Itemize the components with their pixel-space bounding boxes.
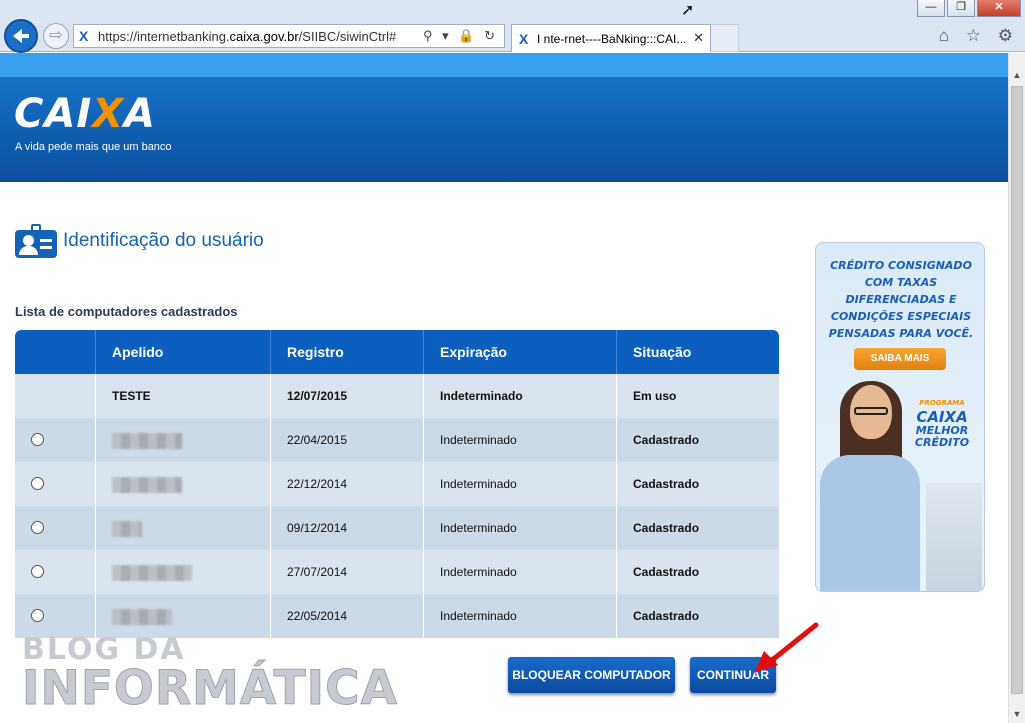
row-radio-button[interactable] [31, 433, 44, 447]
mouse-cursor-icon: ➚ [681, 2, 695, 19]
top-stripe [0, 53, 1008, 77]
col-header-expiracao: Expiração [423, 330, 616, 374]
row-select-cell [15, 550, 95, 594]
expiracao-cell: Indeterminado [423, 550, 616, 594]
blog-watermark: BLOG DA INFORMÁTICA [22, 635, 398, 716]
building-image [926, 483, 982, 591]
col-header-apelido: Apelido [95, 330, 270, 374]
blurred-apelido [112, 564, 192, 581]
tab-close-button[interactable]: ✕ [693, 30, 704, 46]
table-row[interactable]: 22/12/2014 Indeterminado Cadastrado [15, 462, 779, 506]
list-label: Lista de computadores cadastrados [15, 304, 238, 319]
col-header-select [15, 330, 95, 374]
registro-cell: 09/12/2014 [270, 506, 423, 550]
scroll-thumb[interactable] [1011, 86, 1023, 694]
address-bar[interactable]: X https://internetbanking.caixa.gov.br/S… [73, 24, 505, 48]
expiracao-cell: Indeterminado [423, 418, 616, 462]
scroll-down-icon[interactable]: ▼ [1009, 706, 1025, 723]
col-header-situacao: Situação [616, 330, 779, 374]
tab-favicon-icon: X [519, 31, 529, 47]
expiracao-cell: Indeterminado [423, 594, 616, 638]
new-tab-button[interactable] [711, 24, 739, 52]
window-controls: — ❐ ✕ [917, 0, 1021, 18]
restore-button[interactable]: ❐ [947, 0, 975, 17]
scroll-up-icon[interactable]: ▲ [1009, 67, 1025, 84]
saiba-mais-button[interactable]: SAIBA MAIS [854, 348, 946, 370]
watermark-line-2: INFORMÁTICA [22, 661, 398, 716]
registro-cell: 27/07/2014 [270, 550, 423, 594]
situacao-cell: Cadastrado [616, 550, 779, 594]
registro-cell: 22/05/2014 [270, 594, 423, 638]
situacao-cell: Cadastrado [616, 506, 779, 550]
ad-headline: CRÉDITO CONSIGNADO COM TAXAS DIFERENCIAD… [828, 259, 974, 340]
registro-cell: 12/07/2015 [270, 374, 423, 418]
caixa-logo[interactable]: CAIXA [14, 91, 156, 137]
apelido-cell [95, 550, 270, 594]
woman-photo [820, 381, 920, 591]
situacao-cell: Em uso [616, 374, 779, 418]
browser-tab[interactable]: X I nte-rnet----BaNking:::CAI... ✕ [511, 24, 711, 52]
block-computer-button[interactable]: BLOQUEAR COMPUTADOR [508, 657, 675, 693]
expiracao-cell: Indeterminado [423, 506, 616, 550]
browser-chrome: ➚ — ❐ ✕ ⇨ X https://internetbanking.caix… [0, 0, 1025, 53]
blurred-apelido [112, 520, 142, 537]
situacao-cell: Cadastrado [616, 418, 779, 462]
page-content: CAIXA A vida pede mais que um banco Iden… [0, 53, 1008, 723]
col-header-registro: Registro [270, 330, 423, 374]
table-row[interactable]: 27/07/2014 Indeterminado Cadastrado [15, 550, 779, 594]
page-title: Identificação do usuário [63, 230, 264, 251]
registro-cell: 22/04/2015 [270, 418, 423, 462]
apelido-cell [95, 506, 270, 550]
forward-button[interactable]: ⇨ [43, 23, 69, 49]
expiracao-cell: Indeterminado [423, 462, 616, 506]
apelido-cell: TESTE [95, 374, 270, 418]
slogan: A vida pede mais que um banco [15, 141, 172, 153]
blurred-apelido [112, 608, 172, 625]
row-radio-button[interactable] [31, 565, 44, 579]
credit-ad-banner[interactable]: CRÉDITO CONSIGNADO COM TAXAS DIFERENCIAD… [815, 242, 985, 592]
blurred-apelido [112, 432, 182, 449]
row-radio-button[interactable] [31, 521, 44, 535]
apelido-cell [95, 418, 270, 462]
minimize-button[interactable]: — [917, 0, 945, 17]
row-select-cell [15, 418, 95, 462]
site-header: CAIXA A vida pede mais que um banco [0, 77, 1008, 182]
close-window-button[interactable]: ✕ [977, 0, 1021, 17]
expiracao-cell: Indeterminado [423, 374, 616, 418]
row-select-cell [15, 506, 95, 550]
apelido-cell [95, 462, 270, 506]
toolbar-icons[interactable]: ⌂ ☆ ⚙ [939, 26, 1019, 46]
table-row[interactable]: 09/12/2014 Indeterminado Cadastrado [15, 506, 779, 550]
address-bar-icons[interactable]: ⚲ ▾ 🔒 ↻ [423, 28, 498, 44]
row-select-cell [15, 462, 95, 506]
back-button[interactable] [4, 19, 38, 53]
page-title-row: Identificação do usuário [15, 224, 264, 258]
table-header: Apelido Registro Expiração Situação [15, 330, 779, 374]
user-id-card-icon [15, 224, 57, 258]
tab-title: I nte-rnet----BaNking:::CAI... [537, 32, 687, 46]
table-row[interactable]: 22/04/2015 Indeterminado Cadastrado [15, 418, 779, 462]
caixa-favicon-icon: X [79, 28, 89, 44]
blurred-apelido [112, 476, 182, 493]
url-text: https://internetbanking.caixa.gov.br/SII… [98, 29, 397, 44]
red-arrow-annotation-icon [754, 622, 819, 673]
situacao-cell: Cadastrado [616, 462, 779, 506]
registro-cell: 22/12/2014 [270, 462, 423, 506]
melhor-credito-logo: PROGRAMA CAIXA MELHOR CRÉDITO [914, 399, 970, 449]
table-row: TESTE 12/07/2015 Indeterminado Em uso [15, 374, 779, 418]
computers-table: Apelido Registro Expiração Situação TEST… [15, 330, 779, 638]
vertical-scrollbar[interactable]: ▲ ▼ [1008, 53, 1025, 723]
row-radio-button[interactable] [31, 609, 44, 623]
row-select-cell [15, 374, 95, 418]
row-radio-button[interactable] [31, 477, 44, 491]
